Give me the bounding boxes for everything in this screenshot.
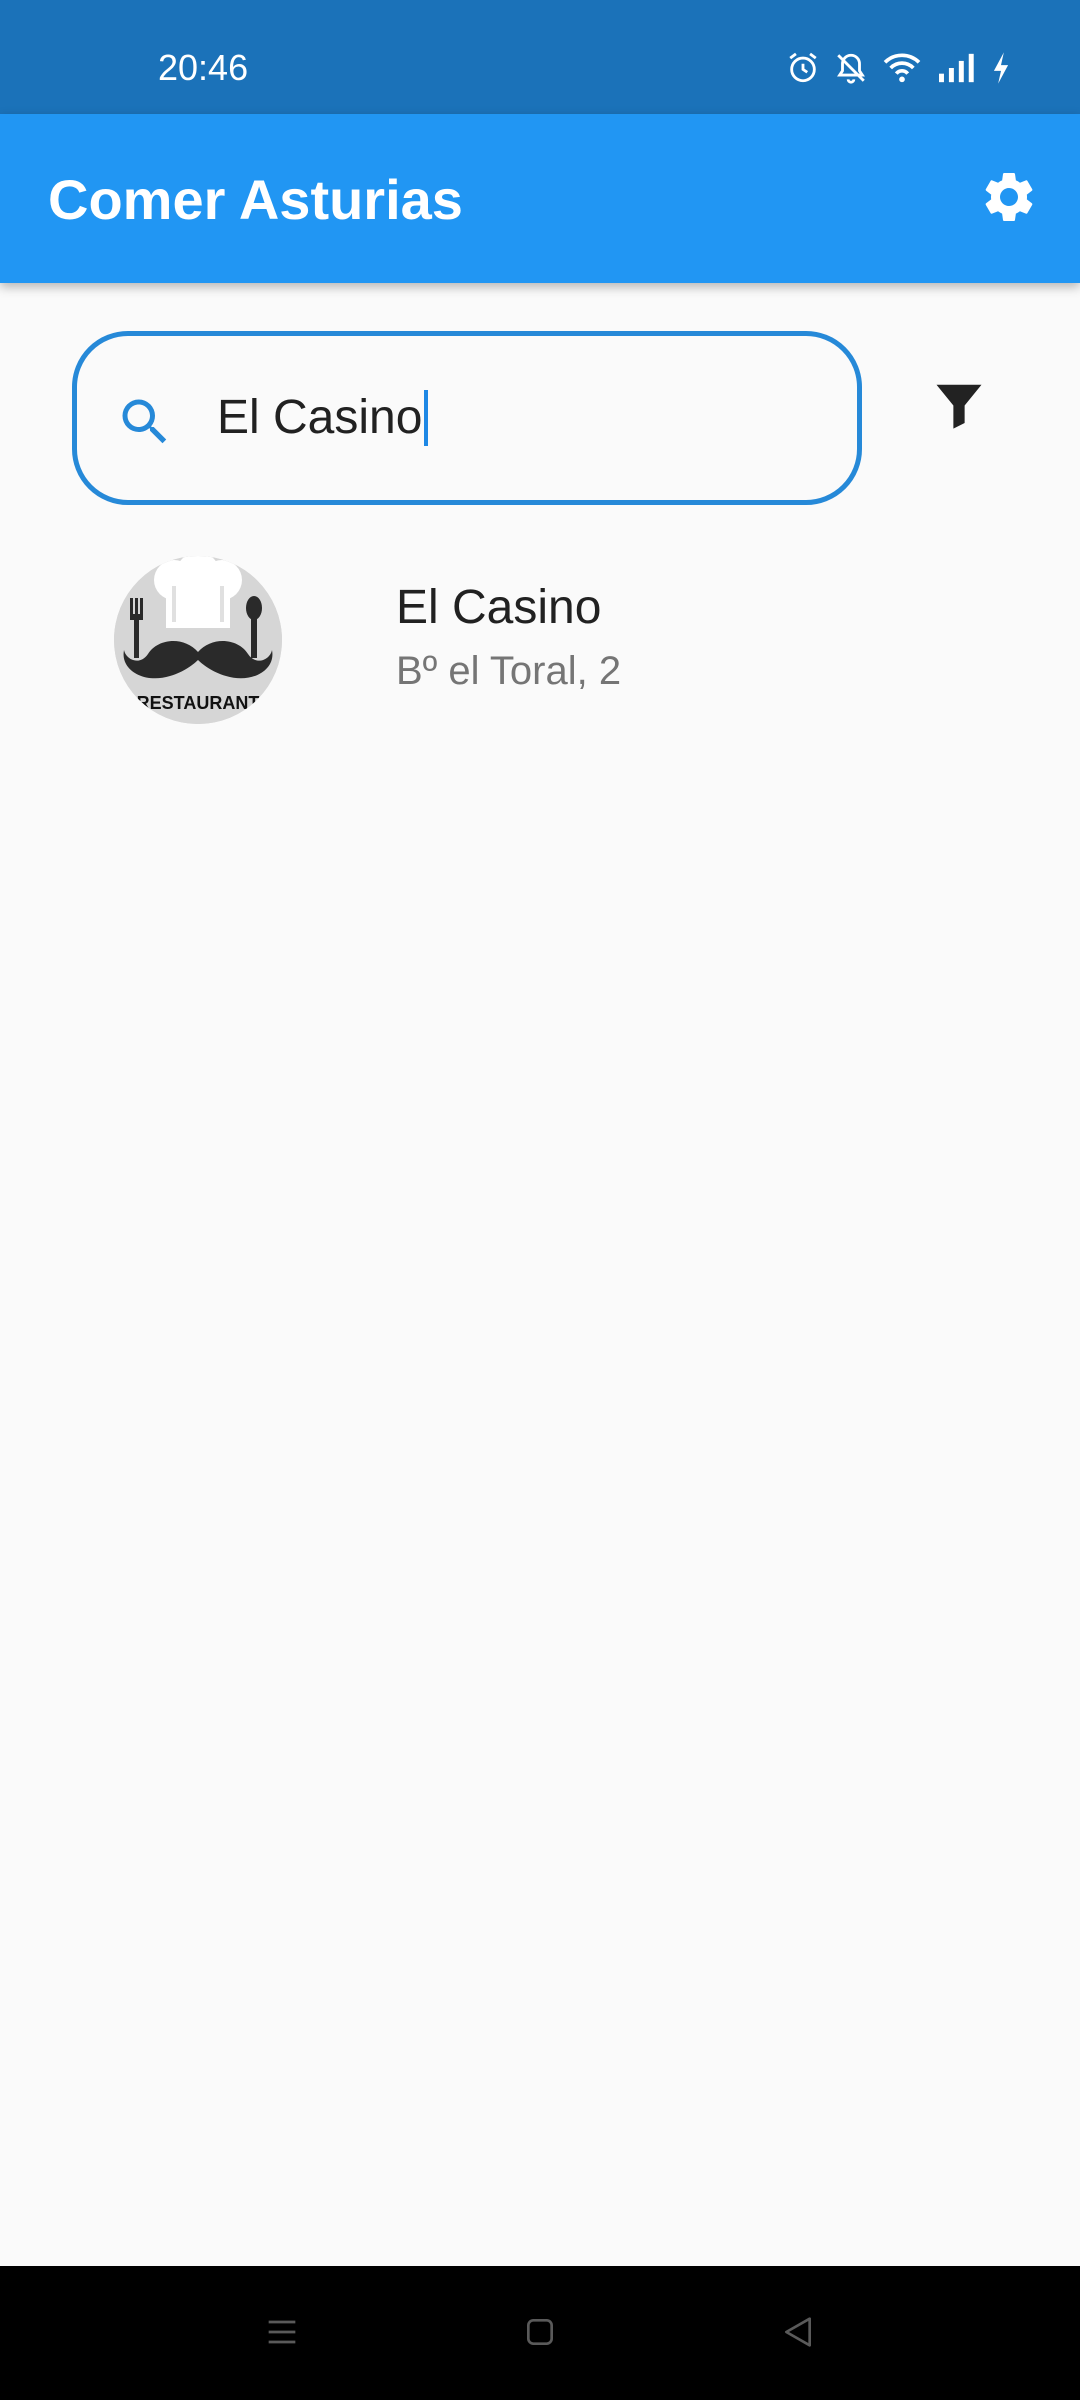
settings-button[interactable] xyxy=(974,164,1044,234)
signal-icon xyxy=(936,51,976,85)
list-item[interactable]: RESTAURANT El Casino Bº el Toral, 2 xyxy=(0,540,1080,740)
back-icon xyxy=(778,2312,818,2357)
charging-icon xyxy=(990,51,1012,85)
restaurant-avatar: RESTAURANT xyxy=(114,556,282,724)
restaurant-address: Bº el Toral, 2 xyxy=(396,649,622,693)
search-input-value: El Casino xyxy=(217,391,423,444)
svg-text:RESTAURANT: RESTAURANT xyxy=(137,693,260,713)
filter-button[interactable] xyxy=(930,378,988,436)
restaurant-logo-icon: RESTAURANT xyxy=(114,556,282,724)
menu-icon xyxy=(262,2312,302,2357)
status-bar: 20:46 xyxy=(0,0,1080,114)
wifi-icon xyxy=(882,51,922,85)
app-bar: Comer Asturias xyxy=(0,114,1080,283)
back-button[interactable] xyxy=(768,2304,828,2364)
status-icons xyxy=(786,44,1012,92)
home-icon xyxy=(520,2312,560,2357)
search-field[interactable]: El Casino xyxy=(72,331,862,505)
restaurant-name: El Casino xyxy=(396,581,602,634)
recent-apps-button[interactable] xyxy=(252,2304,312,2364)
home-button[interactable] xyxy=(510,2304,570,2364)
app-title: Comer Asturias xyxy=(48,168,463,231)
navigation-bar xyxy=(0,2266,1080,2400)
alarm-icon xyxy=(786,51,820,85)
gear-icon xyxy=(979,167,1039,232)
text-cursor xyxy=(424,390,429,446)
search-input[interactable]: El Casino xyxy=(217,386,429,450)
search-icon xyxy=(115,392,175,452)
filter-icon xyxy=(932,378,986,437)
bell-off-icon xyxy=(834,51,868,85)
status-time: 20:46 xyxy=(158,47,249,88)
